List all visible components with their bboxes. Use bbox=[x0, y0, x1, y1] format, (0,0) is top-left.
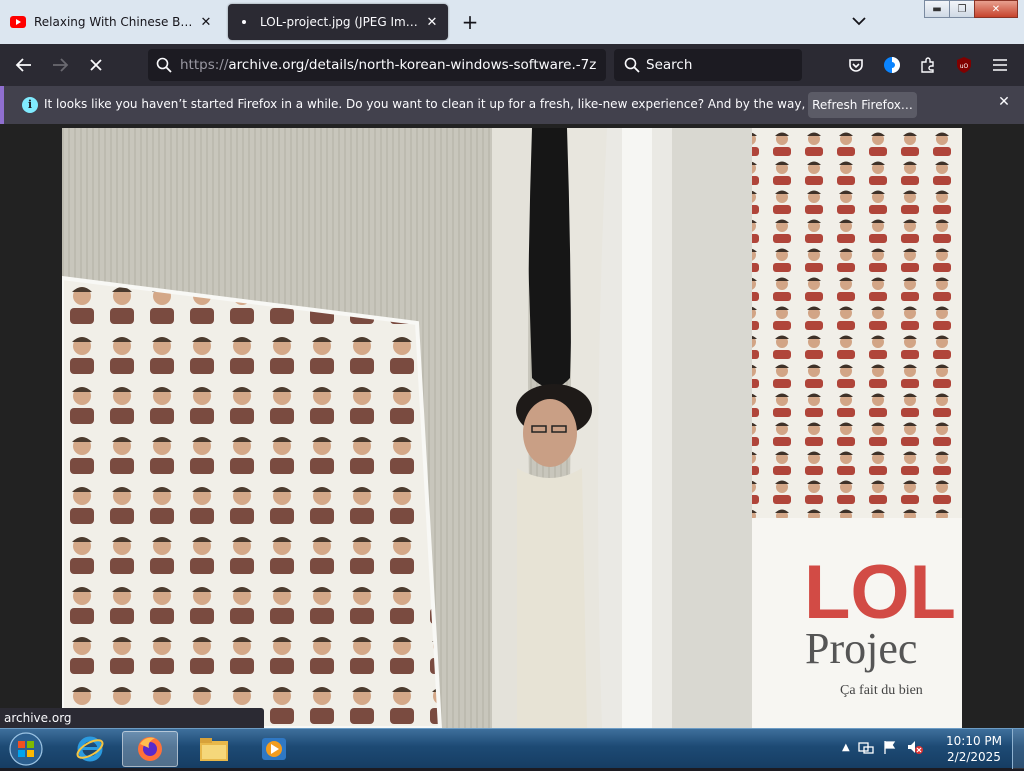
account-button[interactable] bbox=[878, 52, 906, 78]
minimize-button[interactable]: ▬ bbox=[924, 0, 950, 18]
tab-close-button[interactable]: ✕ bbox=[198, 15, 214, 30]
poster-title-project: Projec bbox=[805, 624, 917, 673]
extensions-button[interactable] bbox=[914, 52, 942, 78]
stop-icon bbox=[90, 59, 102, 71]
taskbar-internet-explorer[interactable] bbox=[62, 731, 118, 767]
status-panel: archive.org bbox=[0, 708, 264, 728]
system-tray: ▲ bbox=[842, 739, 924, 755]
network-icon[interactable] bbox=[858, 739, 874, 755]
firefox-icon bbox=[138, 737, 162, 761]
search-icon bbox=[624, 57, 640, 73]
ublock-origin-icon: uO bbox=[957, 57, 971, 73]
youtube-icon bbox=[10, 14, 26, 30]
new-tab-button[interactable]: + bbox=[458, 10, 482, 34]
poster-title-lol: LOL bbox=[804, 550, 956, 635]
tab-lol-image[interactable]: LOL-project.jpg (JPEG Image, 3 ✕ bbox=[228, 4, 448, 40]
lol-project-photo[interactable]: LOL Projec Ça fait du bien bbox=[62, 128, 962, 728]
firefox-account-icon bbox=[884, 57, 900, 73]
tab-close-button[interactable]: ✕ bbox=[424, 15, 440, 30]
taskbar-media-player[interactable] bbox=[246, 731, 302, 767]
volume-muted-icon[interactable] bbox=[906, 739, 924, 755]
back-button[interactable] bbox=[10, 52, 38, 78]
search-bar[interactable]: Search bbox=[614, 49, 802, 81]
tab-strip: Relaxing With Chinese Bamboo ✕ LOL-proje… bbox=[0, 0, 1024, 44]
url-scheme: https:// bbox=[180, 57, 229, 73]
clock-time: 10:10 PM bbox=[946, 734, 1002, 748]
list-all-tabs-button[interactable] bbox=[848, 10, 870, 32]
back-arrow-icon bbox=[15, 58, 31, 72]
navigation-toolbar: https://archive.org/details/north-korean… bbox=[0, 44, 1024, 86]
taskbar: ▲ 10:10 PM 2/2/2025 bbox=[0, 728, 1024, 769]
windows-start-orb-icon bbox=[9, 732, 43, 766]
tab-youtube[interactable]: Relaxing With Chinese Bamboo ✕ bbox=[2, 4, 222, 40]
page-content: LOL Projec Ça fait du bien bbox=[0, 124, 1024, 728]
poster-subtitle: Ça fait du bien bbox=[840, 683, 923, 698]
stop-button[interactable] bbox=[82, 52, 110, 78]
close-window-button[interactable]: ✕ bbox=[974, 0, 1018, 18]
forward-button[interactable] bbox=[46, 52, 74, 78]
svg-text:uO: uO bbox=[960, 63, 969, 70]
notification-close-button[interactable]: ✕ bbox=[994, 94, 1014, 110]
folder-icon bbox=[200, 738, 228, 761]
taskbar-clock[interactable]: 10:10 PM 2/2/2025 bbox=[940, 733, 1008, 765]
clock-date: 2/2/2025 bbox=[947, 750, 1001, 764]
chevron-down-icon bbox=[852, 17, 866, 26]
notification-message: It looks like you haven’t started Firefo… bbox=[44, 97, 900, 111]
search-placeholder: Search bbox=[646, 57, 693, 73]
window-controls: ▬ ❐ ✕ bbox=[924, 0, 1018, 18]
menu-button[interactable] bbox=[986, 52, 1014, 78]
url-bar[interactable]: https://archive.org/details/north-korean… bbox=[148, 49, 606, 81]
notification-bar: i It looks like you haven’t started Fire… bbox=[0, 86, 1024, 124]
pocket-icon bbox=[849, 59, 863, 72]
tab-title: Relaxing With Chinese Bamboo bbox=[34, 15, 198, 29]
forward-arrow-icon bbox=[53, 58, 69, 72]
hamburger-menu-icon bbox=[993, 59, 1007, 71]
ublock-button[interactable]: uO bbox=[950, 52, 978, 78]
internet-explorer-icon bbox=[76, 736, 104, 762]
taskbar-firefox[interactable] bbox=[122, 731, 178, 767]
image-icon bbox=[236, 14, 252, 30]
taskbar-explorer[interactable] bbox=[186, 731, 242, 767]
tab-title: LOL-project.jpg (JPEG Image, 3 bbox=[260, 15, 424, 29]
refresh-firefox-button[interactable]: Refresh Firefox… bbox=[808, 92, 917, 118]
search-icon bbox=[156, 57, 172, 73]
media-player-icon bbox=[262, 738, 286, 760]
maximize-button[interactable]: ❐ bbox=[949, 0, 975, 18]
action-center-flag-icon[interactable] bbox=[882, 739, 898, 755]
pocket-button[interactable] bbox=[842, 52, 870, 78]
url-path: archive.org/details/north-korean-windows… bbox=[228, 57, 597, 73]
info-icon: i bbox=[22, 97, 38, 113]
show-hidden-icons-button[interactable]: ▲ bbox=[842, 742, 850, 753]
puzzle-piece-icon bbox=[921, 57, 934, 73]
photo-illustration: LOL Projec Ça fait du bien bbox=[62, 128, 962, 728]
start-button[interactable] bbox=[6, 731, 46, 767]
show-desktop-button[interactable] bbox=[1012, 729, 1024, 769]
